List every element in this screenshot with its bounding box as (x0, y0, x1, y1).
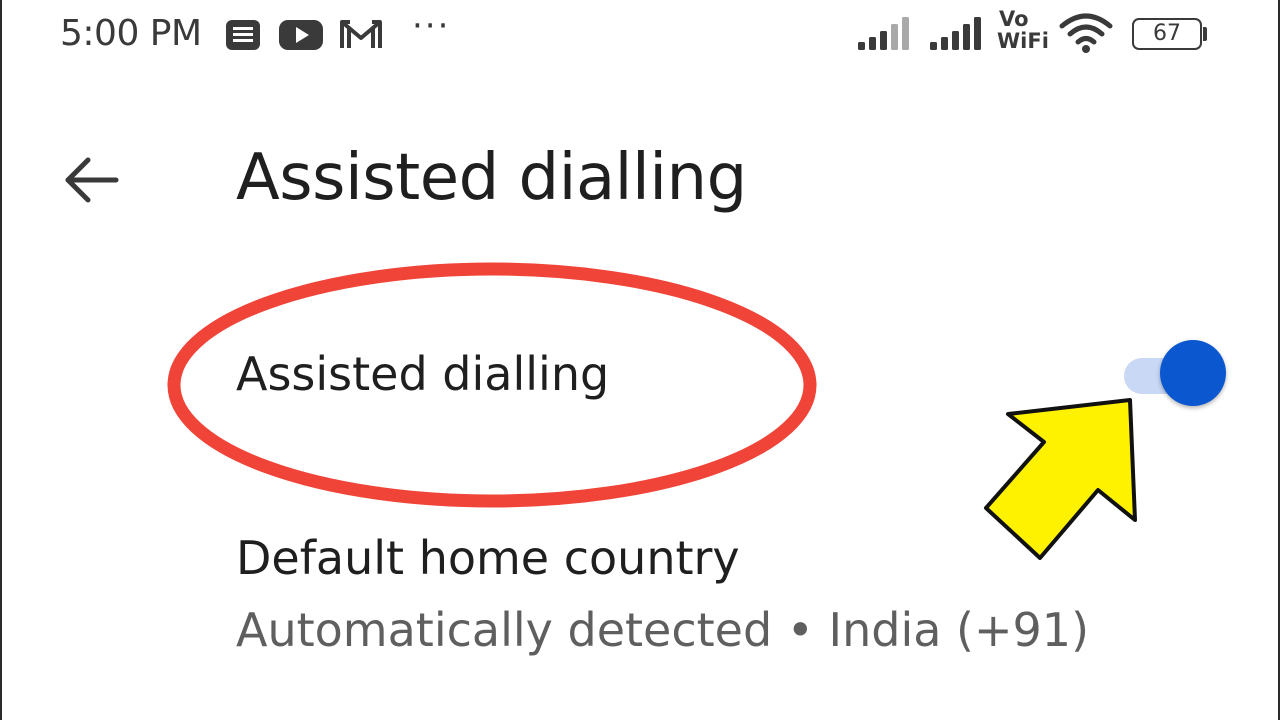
setting-default-home-country-summary: Automatically detected • India (+91) (236, 603, 1090, 657)
more-notifications-icon: ··· (412, 6, 451, 46)
status-time: 5:00 PM (60, 13, 202, 54)
vowifi-top-label: Vo (999, 7, 1029, 31)
arrow-back-icon (65, 157, 119, 203)
vowifi-bottom-label: WiFi (997, 29, 1049, 53)
setting-assisted-dialling-title: Assisted dialling (236, 347, 610, 401)
vowifi-indicator: Vo WiFi (997, 8, 1049, 52)
setting-default-home-country-title: Default home country (236, 531, 740, 585)
youtube-icon (279, 20, 323, 50)
wifi-icon (1059, 13, 1113, 53)
page-title: Assisted dialling (236, 141, 747, 215)
status-bar: 5:00 PM ··· Vo WiFi 67 (0, 0, 1280, 70)
signal-sim2-icon (930, 17, 981, 50)
gmail-icon (340, 20, 382, 48)
battery-tip (1203, 27, 1207, 41)
back-button[interactable] (52, 140, 132, 220)
setting-default-home-country[interactable]: Default home country Automatically detec… (0, 520, 1280, 670)
news-icon (226, 20, 260, 50)
toggle-thumb (1160, 340, 1226, 406)
battery-level: 67 (1153, 21, 1181, 46)
battery-indicator: 67 (1132, 18, 1207, 50)
assisted-dialling-toggle[interactable] (1120, 338, 1230, 410)
signal-sim1-icon (858, 17, 909, 50)
setting-assisted-dialling[interactable]: Assisted dialling (0, 330, 1280, 430)
